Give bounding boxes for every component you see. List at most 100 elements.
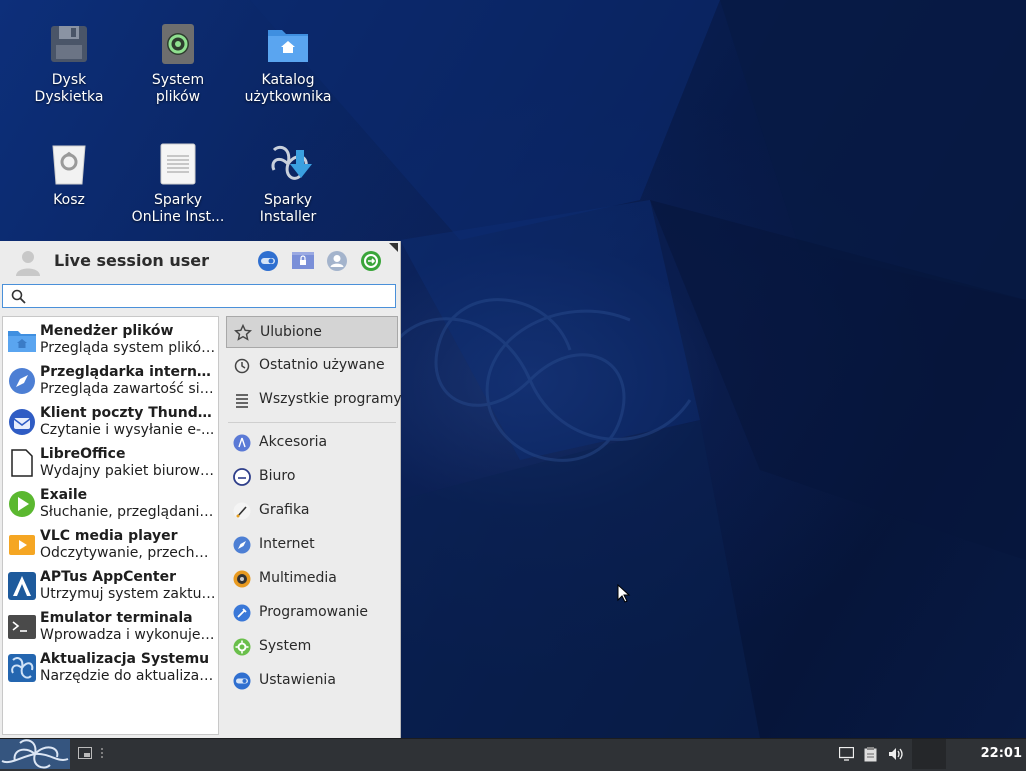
- app-description: Wprowadza i wykonuje ...: [40, 627, 218, 643]
- home-folder-icon: [266, 22, 310, 66]
- graphics-icon: [233, 502, 251, 520]
- log-out-icon: [361, 251, 381, 271]
- category-all[interactable]: Wszystkie programy: [226, 384, 402, 416]
- app-title: VLC media player: [40, 528, 178, 544]
- category-label: Ulubione: [260, 324, 322, 340]
- volume-icon[interactable]: [888, 747, 904, 761]
- list-item[interactable]: Menedżer plików Przegląda system plików.…: [5, 319, 218, 360]
- category-label: Programowanie: [259, 604, 369, 620]
- file-manager-icon: [8, 331, 36, 352]
- category-label: Internet: [259, 536, 315, 552]
- search-box: [2, 284, 396, 308]
- category-label: Grafika: [259, 502, 310, 518]
- category-graphics[interactable]: Grafika: [226, 495, 398, 527]
- category-office[interactable]: Biuro: [226, 461, 398, 493]
- notification-area[interactable]: [912, 739, 946, 769]
- list-item[interactable]: Emulator terminala Wprowadza i wykonuje …: [5, 606, 218, 647]
- app-title: Aktualizacja Systemu: [40, 651, 210, 667]
- desktop-icon-sparky-installer[interactable]: Sparky Installer: [233, 142, 343, 226]
- programming-icon: [233, 604, 251, 622]
- desktop-icon-label: Dyskietka: [34, 89, 104, 105]
- desktop-icon-label: OnLine Inst...: [131, 209, 225, 225]
- category-label: Multimedia: [259, 570, 337, 586]
- system-update-icon: [8, 654, 36, 682]
- category-accessories[interactable]: Akcesoria: [226, 427, 398, 459]
- desktop-icon-label: plików: [155, 89, 201, 105]
- desktop-icon-label: Installer: [259, 209, 317, 225]
- application-menu: Live session user Menedżer plików Przegl…: [0, 241, 402, 738]
- desktop-icon-label: System: [151, 72, 205, 88]
- clipboard-icon[interactable]: [864, 747, 877, 762]
- list-item[interactable]: VLC media player Odczytywanie, przechwy.…: [5, 524, 218, 565]
- list-item[interactable]: Exaile Słuchanie, przeglądanie i...: [5, 483, 218, 524]
- switch-user-button[interactable]: [326, 250, 348, 272]
- category-system[interactable]: System: [226, 631, 398, 663]
- desktop-icon-label: Sparky: [153, 192, 202, 208]
- category-label: Ostatnio używane: [259, 357, 385, 373]
- desktop-icon-home[interactable]: Katalog użytkownika: [233, 22, 343, 106]
- lock-screen-icon: [292, 252, 314, 269]
- switch-user-icon: [327, 251, 347, 271]
- category-label: Wszystkie programy: [259, 391, 402, 407]
- display-icon[interactable]: [839, 747, 854, 761]
- category-programming[interactable]: Programowanie: [226, 597, 398, 629]
- desktop-icon-filesystem[interactable]: System plików: [123, 22, 233, 106]
- category-multimedia[interactable]: Multimedia: [226, 563, 398, 595]
- star-icon: [234, 324, 252, 341]
- category-label: Biuro: [259, 468, 296, 484]
- favorites-list: Menedżer plików Przegląda system plików.…: [2, 316, 219, 735]
- system-icon: [233, 638, 251, 656]
- category-settings[interactable]: Ustawienia: [226, 665, 398, 697]
- list-item[interactable]: Przeglądarka interne... Przegląda zawart…: [5, 360, 218, 401]
- app-description: Narzędzie do aktualizacji...: [40, 668, 218, 684]
- log-out-button[interactable]: [360, 250, 382, 272]
- category-recent[interactable]: Ostatnio używane: [226, 350, 398, 382]
- app-description: Wydajny pakiet biurowy,...: [40, 463, 218, 479]
- app-title: APTus AppCenter: [40, 569, 176, 585]
- settings-icon: [233, 672, 251, 690]
- desktop-icon-trash[interactable]: Kosz: [14, 142, 124, 209]
- category-label: Akcesoria: [259, 434, 328, 450]
- multimedia-icon: [233, 570, 251, 588]
- web-browser-icon: [9, 368, 35, 394]
- lock-screen-button[interactable]: [291, 250, 314, 272]
- search-input[interactable]: [33, 287, 393, 307]
- menu-header: Live session user: [0, 241, 400, 281]
- desktop-icon-label: Dysk: [51, 72, 87, 88]
- app-title: Emulator terminala: [40, 610, 193, 626]
- list-item[interactable]: Aktualizacja Systemu Narzędzie do aktual…: [5, 647, 218, 688]
- app-description: Przegląda zawartość siec...: [40, 381, 218, 397]
- internet-icon: [233, 536, 251, 554]
- desktop-icon-label: Kosz: [53, 192, 85, 208]
- category-divider: [228, 422, 396, 423]
- clock-icon: [234, 358, 250, 374]
- thunderbird-icon: [9, 409, 35, 435]
- user-avatar-icon: [14, 248, 42, 276]
- category-internet[interactable]: Internet: [226, 529, 398, 561]
- list-item[interactable]: APTus AppCenter Utrzymuj system zaktual.…: [5, 565, 218, 606]
- app-description: Utrzymuj system zaktual...: [40, 586, 218, 602]
- app-title: Menedżer plików: [40, 323, 174, 339]
- list-item[interactable]: Klient poczty Thunde... Czytanie i wysył…: [5, 401, 218, 442]
- list-icon: [236, 394, 248, 408]
- category-favorites[interactable]: Ulubione: [226, 316, 398, 348]
- app-description: Słuchanie, przeglądanie i...: [40, 504, 218, 520]
- clock[interactable]: 22:01: [981, 746, 1022, 761]
- settings-manager-button[interactable]: [257, 250, 279, 272]
- resize-corner-icon[interactable]: [389, 243, 398, 252]
- show-desktop-icon[interactable]: [78, 747, 92, 759]
- sparky-logo-icon: [0, 739, 70, 769]
- floppy-disk-icon: [47, 22, 91, 66]
- accessories-icon: [233, 434, 251, 452]
- list-item[interactable]: LibreOffice Wydajny pakiet biurowy,...: [5, 442, 218, 483]
- app-title: LibreOffice: [40, 446, 126, 462]
- panel-handle-icon[interactable]: [100, 747, 104, 759]
- installer-icon: [266, 142, 312, 186]
- aptus-icon: [8, 572, 36, 600]
- desktop-icon-floppy[interactable]: Dysk Dyskietka: [14, 22, 124, 106]
- app-description: Czytanie i wysyłanie e-...: [40, 422, 215, 438]
- user-name: Live session user: [54, 251, 210, 270]
- desktop-icon-sparky-online[interactable]: Sparky OnLine Inst...: [123, 142, 233, 226]
- category-label: Ustawienia: [259, 672, 336, 688]
- start-menu-button[interactable]: [0, 739, 70, 769]
